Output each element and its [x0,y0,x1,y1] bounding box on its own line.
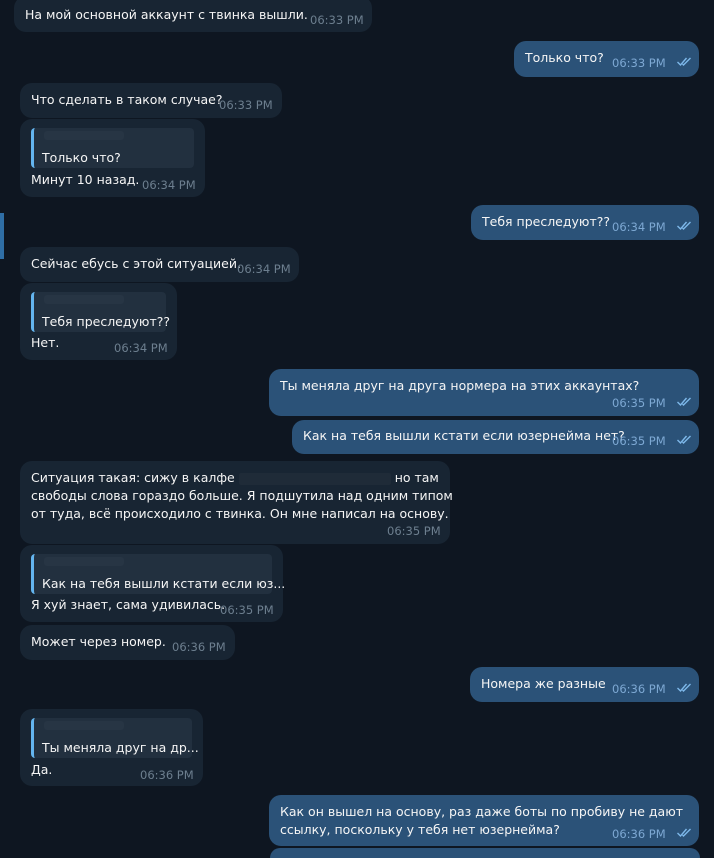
message-text: Тебя преследуют?? [482,214,610,229]
reply-quote-text: Как на тебя вышли кстати если юз... [42,576,286,591]
double-check-icon [676,435,692,444]
message-text: Как на тебя вышли кстати если юзернейма … [303,428,625,443]
reply-author-redacted [44,557,124,566]
message-time: 06:35 PM [612,434,666,448]
message-text: Только что? [525,50,604,65]
message-text: Нет. [31,335,60,350]
message-text: Я хуй знает, сама удивилась. [31,597,226,612]
reply-quote-text: Тебя преследуют?? [42,314,170,329]
message-incoming[interactable]: Сейчас ебусь с этой ситуацией. 06:34 PM [20,247,299,282]
message-time: 06:33 PM [310,13,364,27]
message-incoming-reply[interactable]: Как на тебя вышли кстати если юз... Я ху… [20,545,285,622]
reply-quote[interactable]: Как на тебя вышли кстати если юз... [31,554,285,594]
double-check-icon [676,221,692,230]
message-text: Номера же разные [481,676,606,691]
redacted-text [238,472,391,485]
message-text: На мой основной аккаунт с твинка вышли. [25,7,308,22]
message-incoming[interactable]: Может через номер. 06:36 PM [20,625,235,660]
message-time: 06:35 PM [387,524,441,538]
message-outgoing[interactable]: Как на тебя вышли кстати если юзернейма … [292,420,699,454]
message-text-part: Ситуация такая: сижу в калфе [31,470,235,485]
reply-quote[interactable]: Только что? [31,128,194,168]
selection-indicator [0,213,4,259]
message-text-line: ссылку, поскольку у тебя нет юзернейма? [280,822,560,837]
reply-quote-text: Только что? [42,150,121,165]
message-text: Да. [31,762,53,777]
double-check-icon [676,397,692,406]
message-outgoing[interactable]: Как он вышел на основу, раз даже боты по… [269,795,699,846]
message-time: 06:34 PM [612,220,666,234]
reply-quote[interactable]: Тебя преследуют?? [31,292,170,332]
message-outgoing[interactable]: Тебя преследуют?? 06:34 PM [471,205,699,240]
message-time: 06:36 PM [172,640,226,654]
message-outgoing[interactable]: Ты меняла друг на друга нормера на этих … [269,369,699,416]
double-check-icon [676,683,692,692]
message-time: 06:34 PM [114,341,168,355]
reply-author-redacted [44,295,124,304]
double-check-icon [676,57,692,66]
message-text: Ты меняла друг на друга нормера на этих … [280,378,640,393]
message-time: 06:36 PM [612,827,666,841]
message-text: Может через номер. [31,634,166,649]
message-incoming[interactable]: На мой основной аккаунт с твинка вышли. … [14,0,372,32]
message-text: Минут 10 назад. [31,172,140,187]
message-time: 06:33 PM [219,98,273,112]
message-text-line: Как он вышел на основу, раз даже боты по… [280,804,684,819]
message-text-part: но там [394,470,439,485]
message-time: 06:33 PM [612,56,666,70]
message-time: 06:34 PM [237,262,291,276]
message-incoming-reply[interactable]: Тебя преследуют?? Нет. 06:34 PM [20,283,177,360]
message-text-line: Ситуация такая: сижу в калфе но там [31,469,439,487]
message-outgoing[interactable]: Номера же разные 06:36 PM [470,667,699,702]
message-time: 06:34 PM [142,178,196,192]
message-text-line: от туда, всё происходило с твинка. Он мн… [31,506,449,521]
message-incoming-reply[interactable]: Ты меняла друг на др... Да. 06:36 PM [20,709,203,786]
message-incoming[interactable]: Что сделать в таком случае? 06:33 PM [20,83,282,118]
message-time: 06:36 PM [612,682,666,696]
reply-quote-text: Ты меняла друг на др... [42,740,199,755]
message-incoming[interactable]: Ситуация такая: сижу в калфе но там своб… [20,461,453,544]
message-time: 06:36 PM [140,768,194,782]
reply-author-redacted [44,721,124,730]
message-time: 06:35 PM [220,603,274,617]
message-time: 06:35 PM [612,396,666,410]
reply-author-redacted [44,131,124,140]
message-outgoing[interactable]: Только что? 06:33 PM [514,41,699,77]
reply-quote[interactable]: Ты меняла друг на др... [31,718,199,758]
message-text: Что сделать в таком случае? [31,92,223,107]
message-incoming-reply[interactable]: Только что? Минут 10 назад. 06:34 PM [20,119,205,197]
double-check-icon [676,828,692,837]
message-outgoing-partial[interactable] [270,848,700,858]
message-text: Сейчас ебусь с этой ситуацией. [31,256,241,271]
message-text-line: свободы слова гораздо больше. Я подшутил… [31,488,453,503]
